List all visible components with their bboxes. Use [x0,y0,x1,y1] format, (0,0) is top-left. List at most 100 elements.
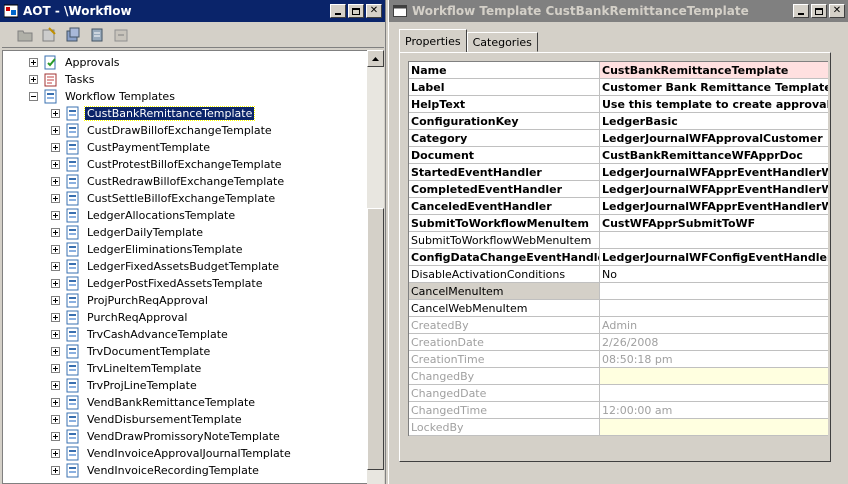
property-row[interactable]: CancelWebMenuItem [409,300,828,317]
tree-node-label[interactable]: LedgerFixedAssetsBudgetTemplate [85,260,281,273]
tree-node[interactable]: LedgerPostFixedAssetsTemplate [51,275,264,292]
tree-node[interactable]: ProjPurchReqApproval [51,292,210,309]
property-row[interactable]: CompletedEventHandler LedgerJournalWFAppr… [409,181,828,198]
tree-node-label[interactable]: VendDrawPromissoryNoteTemplate [85,430,282,443]
property-row[interactable]: SubmitToWorkflowWebMenuItem [409,232,828,249]
compile-button[interactable] [88,26,106,44]
property-value[interactable] [600,368,828,384]
property-row[interactable]: ChangedDate [409,385,828,402]
tree-node[interactable]: VendInvoiceRecordingTemplate [51,462,261,479]
property-value[interactable]: Use this template to create approval wo [600,96,828,112]
property-row[interactable]: CreationDate 2/26/2008 [409,334,828,351]
tree-node-label[interactable]: LedgerDailyTemplate [85,226,205,239]
tree-node[interactable]: CustDrawBillofExchangeTemplate [51,122,274,139]
tree-node[interactable]: LedgerFixedAssetsBudgetTemplate [51,258,281,275]
tree-node[interactable]: CustSettleBillofExchangeTemplate [51,190,277,207]
expand-icon[interactable] [51,143,60,152]
property-value[interactable] [600,232,828,248]
property-row[interactable]: DisableActivationConditions No [409,266,828,283]
property-row[interactable]: Document CustBankRemittanceWFApprDoc [409,147,828,164]
expand-icon[interactable] [51,381,60,390]
tree-node[interactable]: LedgerDailyTemplate [51,224,205,241]
tree-node-label[interactable]: Approvals [63,56,122,69]
expand-icon[interactable] [51,126,60,135]
expand-icon[interactable] [51,109,60,118]
maximize-button[interactable] [348,4,364,18]
expand-icon[interactable] [51,398,60,407]
property-value[interactable]: 12:00:00 am [600,402,828,418]
tree-node-label[interactable]: Workflow Templates [63,90,177,103]
tree-node[interactable]: VendDrawPromissoryNoteTemplate [51,428,282,445]
expand-icon[interactable] [51,160,60,169]
property-row[interactable]: CanceledEventHandler LedgerJournalWFApprE… [409,198,828,215]
property-row[interactable]: StartedEventHandler LedgerJournalWFApprEv… [409,164,828,181]
expand-icon[interactable] [51,245,60,254]
save-button[interactable] [64,26,82,44]
close-button[interactable]: ✕ [829,4,845,18]
property-row[interactable]: Name CustBankRemittanceTemplate [409,62,828,79]
open-button[interactable] [16,26,34,44]
tree-node[interactable]: VendBankRemittanceTemplate [51,394,257,411]
tree-node-label[interactable]: CustSettleBillofExchangeTemplate [85,192,277,205]
tree-node[interactable]: Approvals [29,54,122,71]
property-row[interactable]: ConfigDataChangeEventHandler LedgerJourna… [409,249,828,266]
maximize-button[interactable] [811,4,827,18]
expand-icon[interactable] [51,194,60,203]
tree-node-label[interactable]: TrvDocumentTemplate [85,345,212,358]
tree-node-label[interactable]: Tasks [63,73,96,86]
scroll-thumb[interactable] [367,208,384,470]
expand-icon[interactable] [51,432,60,441]
expand-icon[interactable] [51,279,60,288]
tree-node-label[interactable]: LedgerAllocationsTemplate [85,209,237,222]
property-row[interactable]: SubmitToWorkflowMenuItem CustWFApprSubmit… [409,215,828,232]
expand-icon[interactable] [51,330,60,339]
tree-node[interactable]: LedgerAllocationsTemplate [51,207,237,224]
tab-categories[interactable]: Categories [466,32,538,52]
tree-node-label[interactable]: ProjPurchReqApproval [85,294,210,307]
property-row[interactable]: ChangedBy [409,368,828,385]
tree-node-label[interactable]: LedgerPostFixedAssetsTemplate [85,277,264,290]
expand-icon[interactable] [51,296,60,305]
collapse-icon[interactable] [29,92,38,101]
property-value[interactable]: Admin [600,317,828,333]
tree-node-label[interactable]: TrvProjLineTemplate [85,379,199,392]
property-value[interactable]: CustBankRemittanceTemplate [600,62,828,78]
tree-node-label[interactable]: CustBankRemittanceTemplate [83,106,256,121]
tree-node[interactable]: TrvDocumentTemplate [51,343,212,360]
property-value[interactable] [600,300,828,316]
wft-titlebar[interactable]: Workflow Template CustBankRemittanceTemp… [389,0,848,22]
property-row[interactable]: CreationTime 08:50:18 pm [409,351,828,368]
tree-node[interactable]: TrvProjLineTemplate [51,377,199,394]
property-value[interactable]: Customer Bank Remittance Template [600,79,828,95]
tree-node-label[interactable]: VendInvoiceApprovalJournalTemplate [85,447,293,460]
expand-icon[interactable] [51,313,60,322]
tree-node[interactable]: CustProtestBillofExchangeTemplate [51,156,284,173]
property-row[interactable]: CreatedBy Admin [409,317,828,334]
property-value[interactable]: LedgerJournalWFConfigEventHandler [600,249,828,265]
property-row[interactable]: CancelMenuItem [409,283,828,300]
tree-node[interactable]: CustBankRemittanceTemplate [51,105,256,122]
property-value[interactable]: 08:50:18 pm [600,351,828,367]
expand-icon[interactable] [51,449,60,458]
tree-node-label[interactable]: VendBankRemittanceTemplate [85,396,257,409]
tree-node[interactable]: LedgerEliminationsTemplate [51,241,245,258]
property-value[interactable] [600,283,828,299]
tree-node-label[interactable]: VendDisbursementTemplate [85,413,244,426]
expand-icon[interactable] [29,75,38,84]
tree-node-label[interactable]: TrvCashAdvanceTemplate [85,328,230,341]
property-value[interactable]: LedgerJournalWFApprEventHandlerWF [600,181,828,197]
property-value[interactable]: 2/26/2008 [600,334,828,350]
property-value[interactable]: CustWFApprSubmitToWF [600,215,828,231]
property-row[interactable]: HelpText Use this template to create appr… [409,96,828,113]
aot-tree[interactable]: Approvals Tasks Workflow Templates CustBank… [2,50,368,484]
tree-node[interactable]: CustPaymentTemplate [51,139,212,156]
tree-node[interactable]: PurchReqApproval [51,309,189,326]
tree-node-label[interactable]: CustDrawBillofExchangeTemplate [85,124,274,137]
property-value[interactable]: LedgerJournalWFApprEventHandlerWF [600,164,828,180]
minimize-button[interactable] [330,4,346,18]
expand-icon[interactable] [51,466,60,475]
expand-icon[interactable] [51,228,60,237]
property-value[interactable]: LedgerBasic [600,113,828,129]
tree-node-label[interactable]: CustProtestBillofExchangeTemplate [85,158,284,171]
tab-properties[interactable]: Properties [399,29,467,52]
